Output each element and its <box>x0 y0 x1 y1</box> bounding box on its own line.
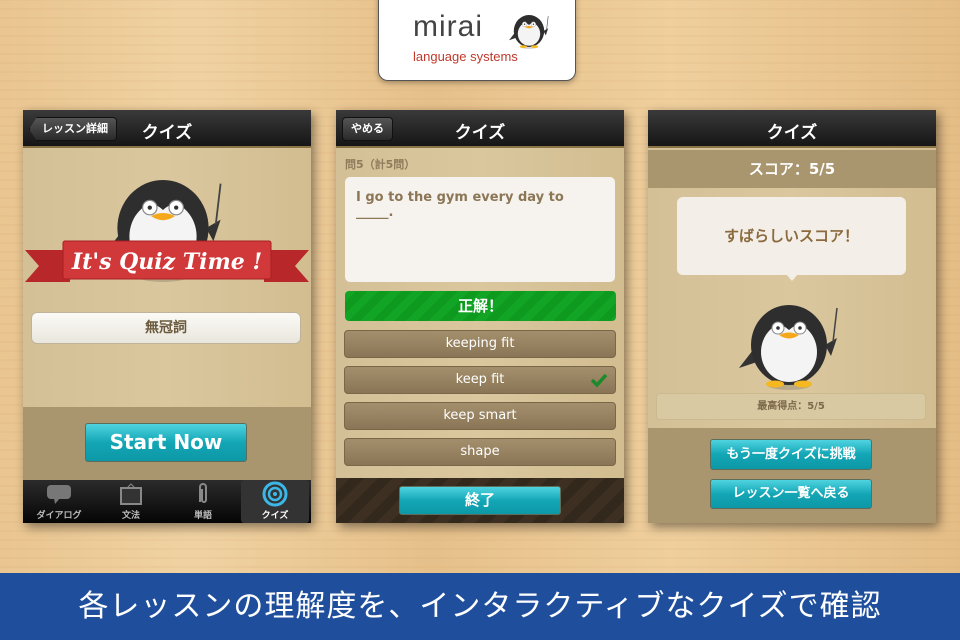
ribbon-text: It's Quiz Time ! <box>71 249 262 275</box>
checkmark-icon <box>590 373 608 388</box>
nav-bar: やめる クイズ <box>336 110 624 148</box>
screen-quiz-question: やめる クイズ 問5（計5問） I go to the gym every da… <box>336 110 624 523</box>
nav-title: クイズ <box>766 123 818 143</box>
result-correct-banner: 正解！ <box>345 291 616 321</box>
nav-title: クイズ <box>454 123 506 143</box>
question-box: I go to the gym every day to _____. <box>345 177 615 282</box>
nav-title: クイズ <box>141 123 193 143</box>
answer-option[interactable]: keep smart <box>344 402 616 430</box>
topic-field: 無冠詞 <box>31 312 301 344</box>
speech-bubble-tail <box>786 274 798 281</box>
retry-quiz-button[interactable]: もう一度クイズに挑戦 <box>710 439 872 470</box>
tab-bar: ダイアログ 文法 単語 クイズ <box>23 480 311 523</box>
finish-button[interactable]: 終了 <box>399 486 561 515</box>
nav-bar: レッスン詳細 クイズ <box>23 110 311 148</box>
back-to-lessons-button[interactable]: レッスン一覧へ戻る <box>710 479 872 509</box>
answer-option[interactable]: shape <box>344 438 616 466</box>
tab-vocabulary[interactable]: 単語 <box>167 480 239 523</box>
penguin-mascot-icon <box>738 304 838 390</box>
tab-label: 文法 <box>121 511 140 521</box>
tab-dialog[interactable]: ダイアログ <box>23 480 95 523</box>
question-progress: 問5（計5問） <box>345 158 416 171</box>
answer-option[interactable]: keeping fit <box>344 330 616 358</box>
ribbon-banner: It's Quiz Time ! <box>25 240 309 282</box>
paperclip-icon <box>199 483 207 503</box>
option-label: keep fit <box>455 372 505 387</box>
tab-quiz[interactable]: クイズ <box>241 480 309 523</box>
penguin-logo-icon <box>509 14 549 49</box>
target-icon <box>262 481 288 507</box>
tab-label: ダイアログ <box>36 511 82 521</box>
tab-label: クイズ <box>261 511 289 521</box>
answer-option-correct[interactable]: keep fit <box>344 366 616 394</box>
nav-bar: クイズ <box>648 110 936 148</box>
mirai-logo: mirai language systems <box>378 0 576 81</box>
tab-label: 単語 <box>193 511 212 521</box>
logo-tagline: language systems <box>413 49 518 64</box>
high-score: 最高得点：5/5 <box>656 393 926 420</box>
screen-quiz-result: クイズ スコア：5/5 すばらしいスコア！ 最高得点：5/5 もう一度クイズに挑… <box>648 110 936 523</box>
logo-name: mirai <box>413 10 483 43</box>
speech-bubble: すばらしいスコア！ <box>677 197 906 275</box>
screen-quiz-start: レッスン詳細 クイズ It's Quiz Time ! 無冠詞 Start No… <box>23 110 311 523</box>
blackboard-icon <box>120 483 142 505</box>
start-now-button[interactable]: Start Now <box>85 423 247 462</box>
speech-bubble-icon <box>47 485 71 504</box>
tab-grammar[interactable]: 文法 <box>95 480 167 523</box>
caption-banner: 各レッスンの理解度を、インタラクティブなクイズで確認 <box>0 573 960 640</box>
score-header: スコア：5/5 <box>648 150 936 188</box>
